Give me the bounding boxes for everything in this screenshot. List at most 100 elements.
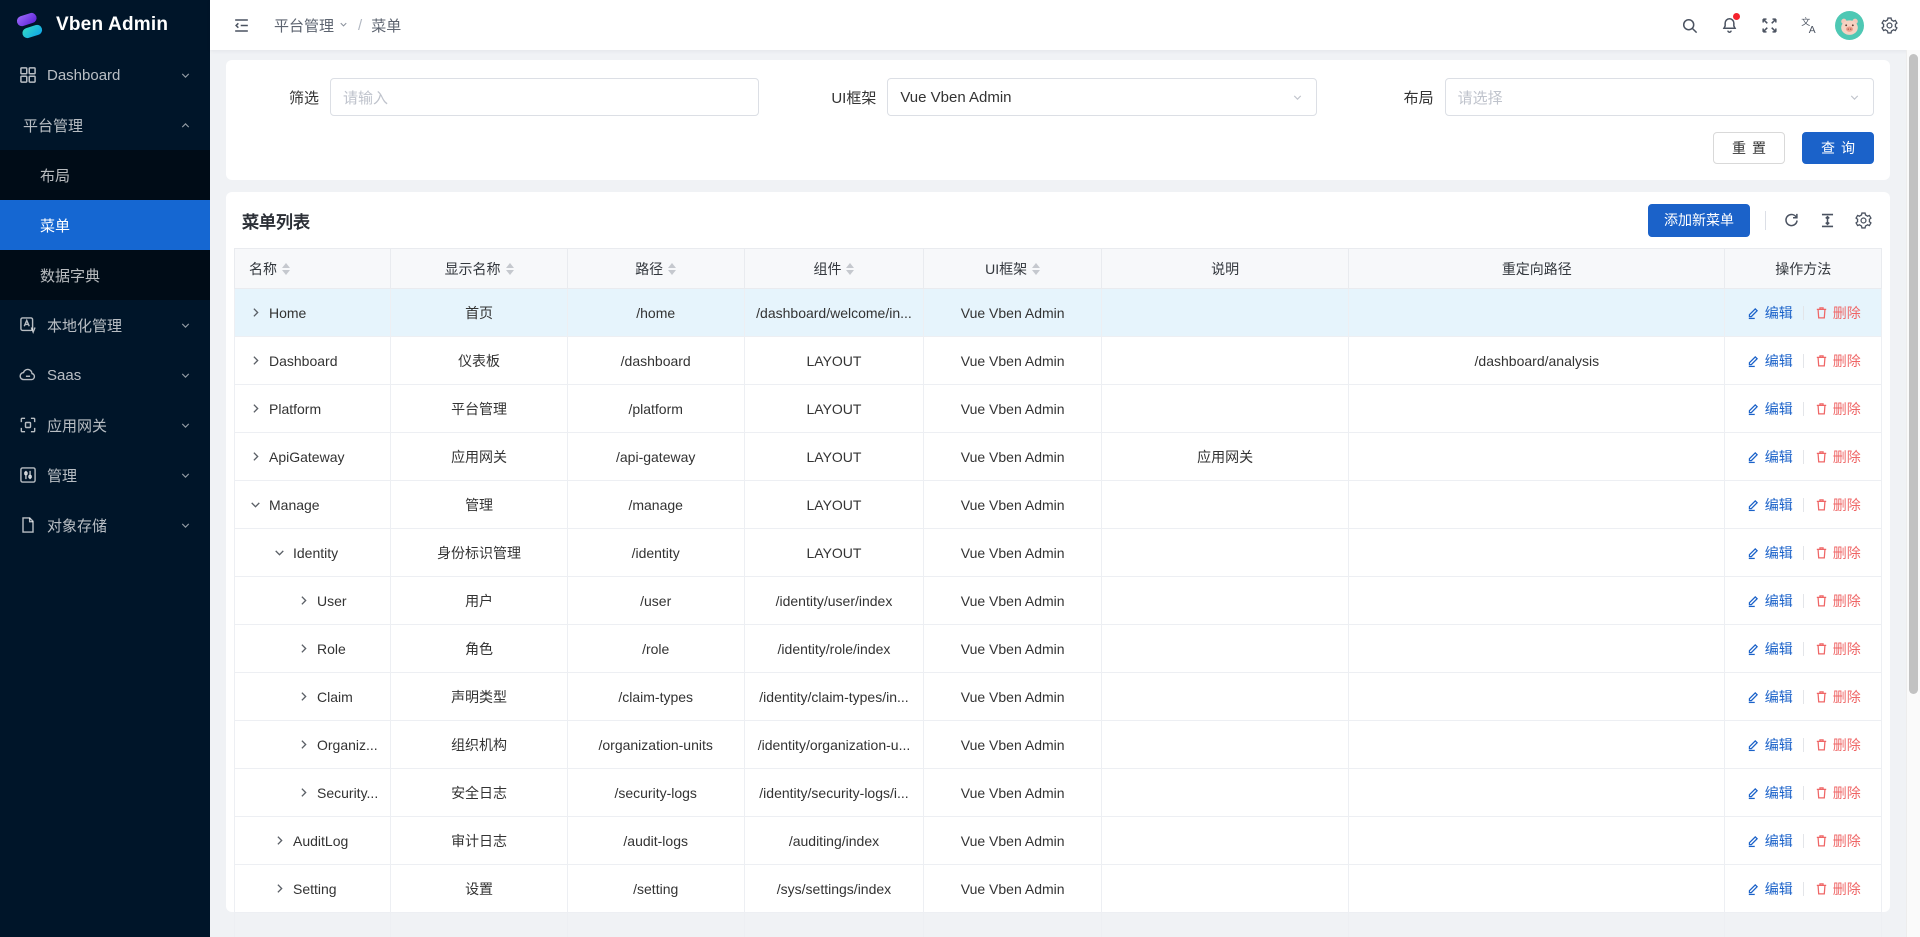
column-header-路径[interactable]: 路径 [567,249,744,289]
delete-link[interactable]: 删除 [1814,303,1861,323]
reset-button[interactable]: 重置 [1713,132,1785,164]
fullscreen-fullscreen-icon[interactable] [1752,8,1786,42]
edit-link[interactable]: 编辑 [1746,879,1793,899]
delete-link[interactable]: 删除 [1814,399,1861,419]
tree-expand-icon[interactable] [297,786,310,799]
delete-link[interactable]: 删除 [1814,879,1861,899]
tree-expand-icon[interactable] [249,450,262,463]
sort-desc-caret [846,270,854,275]
delete-link[interactable]: 删除 [1814,783,1861,803]
avatar[interactable] [1832,8,1866,42]
action-divider [1803,738,1804,752]
scrollbar-thumb[interactable] [1909,54,1918,694]
breadcrumb-root[interactable]: 平台管理 [274,15,349,36]
refresh-icon[interactable] [1781,210,1802,231]
settings-gear-icon[interactable] [1872,8,1906,42]
tree-expand-icon[interactable] [273,834,286,847]
tree-expand-icon[interactable] [297,594,310,607]
row-height-icon[interactable] [1817,210,1838,231]
sort-carets-icon[interactable] [1032,263,1040,275]
delete-link[interactable]: 删除 [1814,735,1861,755]
tree-expand-icon[interactable] [249,354,262,367]
cell-actions: 编辑 删除 [1725,289,1882,337]
column-header-名称[interactable]: 名称 [235,249,391,289]
table-row[interactable]: Manage管理/manageLAYOUTVue Vben Admin编辑删除 [235,481,1882,529]
sidebar-fold-icon[interactable] [224,8,258,42]
sidebar-item-object-storage[interactable]: 对象存储 [0,500,210,550]
table-row[interactable]: Setting设置/setting/sys/settings/indexVue … [235,865,1882,913]
delete-link[interactable]: 删除 [1814,447,1861,467]
sort-carets-icon[interactable] [846,263,854,275]
sidebar-item-layout[interactable]: 布局 [0,150,210,200]
sidebar-item-api-gateway[interactable]: 应用网关 [0,400,210,450]
tree-expand-icon[interactable] [297,690,310,703]
sidebar-item-localization[interactable]: 本地化管理 [0,300,210,350]
tree-expand-icon[interactable] [273,882,286,895]
logo[interactable]: Vben Admin [0,0,210,50]
edit-link[interactable]: 编辑 [1746,735,1793,755]
cell-ui-framework: Vue Vben Admin [924,721,1102,769]
cell-display-name: 组织机构 [391,721,567,769]
sort-carets-icon[interactable] [282,263,290,275]
sidebar-item-data-dictionary[interactable]: 数据字典 [0,250,210,300]
delete-link[interactable]: 删除 [1814,351,1861,371]
table-row[interactable]: ApiGateway应用网关/api-gatewayLAYOUTVue Vben… [235,433,1882,481]
sidebar-item-manage[interactable]: 管理 [0,450,210,500]
sidebar-item-dashboard[interactable]: Dashboard [0,50,210,100]
translate-translate-icon[interactable]: 文A [1792,8,1826,42]
delete-link[interactable]: 删除 [1814,831,1861,851]
edit-link[interactable]: 编辑 [1746,543,1793,563]
sidebar-item-platform-management[interactable]: 平台管理 [0,100,210,150]
edit-link[interactable]: 编辑 [1746,303,1793,323]
column-header-组件[interactable]: 组件 [744,249,924,289]
table-row[interactable]: Dashboard仪表板/dashboardLAYOUTVue Vben Adm… [235,337,1882,385]
delete-link[interactable]: 删除 [1814,639,1861,659]
add-menu-button[interactable]: 添加新菜单 [1648,204,1750,237]
notification-bell-icon[interactable] [1712,8,1746,42]
ui-framework-select[interactable]: Vue Vben Admin [887,78,1316,116]
table-row[interactable]: Role角色/role/identity/role/indexVue Vben … [235,625,1882,673]
edit-link[interactable]: 编辑 [1746,783,1793,803]
tree-collapse-icon[interactable] [249,498,262,511]
table-row[interactable]: Identity身份标识管理/identityLAYOUTVue Vben Ad… [235,529,1882,577]
edit-link[interactable]: 编辑 [1746,639,1793,659]
sort-carets-icon[interactable] [506,263,514,275]
sort-asc-caret [668,263,676,268]
layout-select[interactable]: 请选择 [1445,78,1874,116]
table-row[interactable]: Security...安全日志/security-logs/identity/s… [235,769,1882,817]
tree-expand-icon[interactable] [249,306,262,319]
tree-expand-icon[interactable] [249,402,262,415]
edit-link[interactable]: 编辑 [1746,831,1793,851]
search-button[interactable]: 查询 [1802,132,1874,164]
tree-collapse-icon[interactable] [273,546,286,559]
table-row[interactable]: User用户/user/identity/user/indexVue Vben … [235,577,1882,625]
action-divider [1803,690,1804,704]
delete-link[interactable]: 删除 [1814,543,1861,563]
search-search-icon[interactable] [1672,8,1706,42]
edit-link[interactable]: 编辑 [1746,495,1793,515]
edit-link[interactable]: 编辑 [1746,687,1793,707]
table-row[interactable]: Claim声明类型/claim-types/identity/claim-typ… [235,673,1882,721]
edit-link[interactable]: 编辑 [1746,399,1793,419]
sidebar-item-saas[interactable]: Saas [0,350,210,400]
sidebar-item-menu[interactable]: 菜单 [0,200,210,250]
column-header-UI框架[interactable]: UI框架 [924,249,1102,289]
table-row[interactable]: Organiz...组织机构/organization-units/identi… [235,721,1882,769]
sort-carets-icon[interactable] [668,263,676,275]
edit-link[interactable]: 编辑 [1746,591,1793,611]
table-row[interactable]: Home首页/home/dashboard/welcome/in...Vue V… [235,289,1882,337]
cell-empty [235,913,391,937]
table-row[interactable]: AuditLog审计日志/audit-logs/auditing/indexVu… [235,817,1882,865]
delete-link[interactable]: 删除 [1814,495,1861,515]
delete-link[interactable]: 删除 [1814,687,1861,707]
edit-link[interactable]: 编辑 [1746,351,1793,371]
column-settings-gear-icon[interactable] [1853,210,1874,231]
table-row[interactable]: Platform平台管理/platformLAYOUTVue Vben Admi… [235,385,1882,433]
tree-expand-icon[interactable] [297,642,310,655]
vertical-scrollbar[interactable] [1906,50,1920,937]
delete-link[interactable]: 删除 [1814,591,1861,611]
edit-link[interactable]: 编辑 [1746,447,1793,467]
filter-keyword-input[interactable]: 请输入 [330,78,759,116]
column-header-显示名称[interactable]: 显示名称 [391,249,567,289]
tree-expand-icon[interactable] [297,738,310,751]
